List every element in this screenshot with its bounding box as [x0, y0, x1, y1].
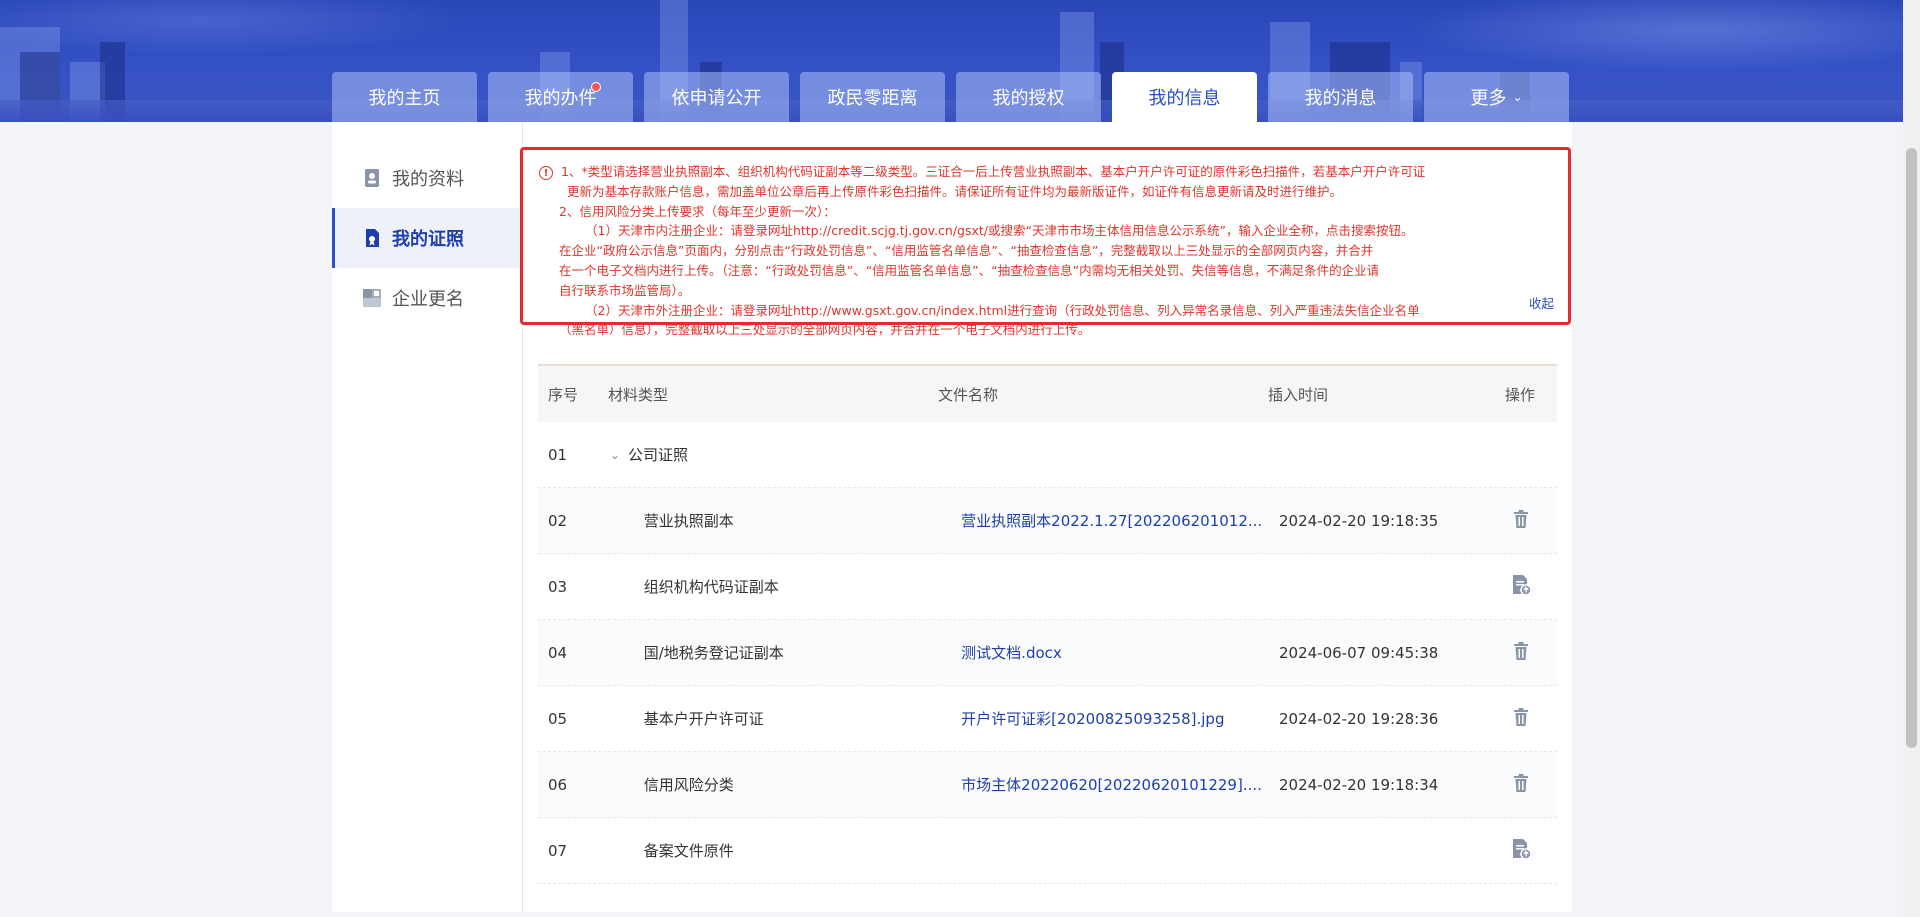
- cell-time: 2024-06-07 09:45:38: [1279, 643, 1439, 662]
- tab-more[interactable]: 更多 ⌄: [1424, 72, 1569, 122]
- sidebar-item-label: 企业更名: [392, 289, 464, 310]
- cell-op: [1486, 773, 1557, 797]
- table-row: 01 ⌄ 公司证照: [538, 422, 1557, 488]
- tab-label: 我的授权: [992, 88, 1065, 109]
- rename-icon: [363, 289, 381, 307]
- table-row: 04 国/地税务登记证副本 测试文档.docx 2024-06-07 09:45:38: [538, 620, 1557, 686]
- table-row: 06 信用风险分类 市场主体20220620[20220620101229]....…: [538, 752, 1557, 818]
- table-row: 05 基本户开户许可证 开户许可证彩[20200825093258].jpg 2024…: [538, 686, 1557, 752]
- tab-label: 我的信息: [1148, 88, 1221, 109]
- cell-op: [1486, 509, 1557, 533]
- tab-label: 更多: [1470, 88, 1507, 109]
- cell-time: 2024-02-20 19:18:35: [1279, 511, 1439, 530]
- cell-no: 05: [548, 709, 568, 728]
- cell-no: 07: [548, 841, 568, 860]
- cell-type: 基本户开户许可证: [643, 710, 764, 728]
- cell-time: 2024-02-20 19:18:34: [1279, 775, 1439, 794]
- main-nav-tabs: 我的主页 我的办件 依申请公开 政民零距离 我的授权 我的信息 我的消息 更多 ⌄: [332, 72, 1569, 122]
- upload-file-icon[interactable]: [1510, 574, 1533, 600]
- notice-text: （1）天津市内注册企业：请登录网址http://credit.scjg.tj.g…: [585, 223, 1414, 239]
- table-row: 03 组织机构代码证副本: [538, 554, 1557, 620]
- cell-file-link[interactable]: 营业执照副本2022.1.27[202206201012...: [961, 510, 1279, 531]
- sidebar-item-profile[interactable]: 我的资料: [332, 148, 522, 208]
- cell-type: 国/地税务登记证副本: [643, 644, 784, 662]
- header-type: 材料类型: [608, 385, 669, 404]
- cell-file-link[interactable]: 市场主体20220620[20220620101229]....: [961, 774, 1279, 795]
- upload-file-icon[interactable]: [1510, 838, 1533, 864]
- cell-op: [1486, 641, 1557, 665]
- chevron-down-icon: ⌄: [1512, 90, 1523, 104]
- tab-my-cases[interactable]: 我的办件: [488, 72, 633, 122]
- notice-text: 更新为基本存款账户信息，需加盖单位公章后再上传原件彩色扫描件。请保证所有证件均为…: [567, 183, 1343, 199]
- tab-label: 我的办件: [524, 88, 597, 109]
- cell-op: [1486, 574, 1557, 600]
- cell-type: 公司证照: [627, 446, 688, 464]
- cell-file-link[interactable]: 开户许可证彩[20200825093258].jpg: [961, 708, 1279, 729]
- table-body: 01 ⌄ 公司证照 02 营业执照副本 营业执照副本2022.1.27[202206201…: [538, 422, 1557, 884]
- table-row: 07 备案文件原件: [538, 818, 1557, 884]
- group-type-cell[interactable]: ⌄ 公司证照: [608, 444, 939, 465]
- certificate-icon: [366, 229, 379, 247]
- table-header: 序号 材料类型 文件名称 插入时间 操作: [538, 364, 1557, 422]
- tab-label: 我的主页: [368, 88, 441, 109]
- sidebar-item-label: 我的证照: [392, 229, 464, 250]
- notice-text: 在一个电子文档内进行上传。（注意：“行政处罚信息”、“信用监管名单信息”、“抽查…: [559, 262, 1380, 278]
- tab-citizen-gov[interactable]: 政民零距离: [800, 72, 945, 122]
- table-row: 02 营业执照副本 营业执照副本2022.1.27[202206201012... 2…: [538, 488, 1557, 554]
- collapse-link[interactable]: 收起: [1529, 294, 1554, 314]
- sidebar: 我的资料 我的证照 企业更名: [332, 148, 522, 328]
- cell-no: 01: [548, 445, 568, 464]
- cell-type: 备案文件原件: [643, 842, 734, 860]
- certificates-table: 序号 材料类型 文件名称 插入时间 操作 01 ⌄ 公司证照 02 营业执照副本 营业执照…: [538, 364, 1557, 884]
- tab-label: 我的消息: [1304, 88, 1377, 109]
- notice-text: 自行联系市场监管局）。: [559, 282, 691, 298]
- notice-text: 1、*类型请选择营业执照副本、组织机构代码证副本等二级类型。三证合一后上传营业执…: [561, 164, 1426, 179]
- cell-file-link[interactable]: 测试文档.docx: [961, 642, 1279, 663]
- sidebar-item-certificates[interactable]: 我的证照: [332, 208, 522, 268]
- cell-no: 03: [548, 577, 568, 596]
- sidebar-item-label: 我的资料: [392, 169, 464, 190]
- tab-label: 政民零距离: [827, 88, 918, 109]
- cell-type: 营业执照副本: [643, 512, 734, 530]
- scrollbar-thumb[interactable]: [1906, 148, 1917, 748]
- notification-dot: [591, 82, 601, 92]
- profile-icon: [365, 169, 379, 187]
- delete-icon[interactable]: [1511, 509, 1531, 533]
- tab-label: 依申请公开: [671, 88, 762, 109]
- header-time: 插入时间: [1268, 385, 1329, 404]
- header-file: 文件名称: [938, 385, 999, 404]
- delete-icon[interactable]: [1511, 773, 1531, 797]
- delete-icon[interactable]: [1511, 641, 1531, 665]
- cell-type: 信用风险分类: [643, 776, 734, 794]
- tab-my-authorization[interactable]: 我的授权: [956, 72, 1101, 122]
- cell-op: [1486, 838, 1557, 864]
- chevron-down-icon: ⌄: [609, 447, 620, 462]
- upload-notice: ! 1、*类型请选择营业执照副本、组织机构代码证副本等二级类型。三证合一后上传营业…: [520, 147, 1571, 337]
- cell-op: [1486, 707, 1557, 731]
- cell-type: 组织机构代码证副本: [643, 578, 779, 596]
- header-no: 序号: [548, 385, 579, 404]
- notice-text: （2）天津市外注册企业：请登录网址http://www.gsxt.gov.cn/…: [585, 302, 1420, 318]
- cell-time: 2024-02-20 19:28:36: [1279, 709, 1439, 728]
- cell-no: 06: [548, 775, 568, 794]
- sidebar-item-rename[interactable]: 企业更名: [332, 268, 522, 328]
- notice-text: 在企业“政府公示信息”页面内，分别点击“行政处罚信息”、“信用监管名单信息”、“…: [559, 243, 1374, 259]
- delete-icon[interactable]: [1511, 707, 1531, 731]
- cell-no: 04: [548, 643, 568, 662]
- tab-my-messages[interactable]: 我的消息: [1268, 72, 1413, 122]
- notice-text: （黑名单）信息），完整截取以上三处显示的全部网页内容，并合并在一个电子文档内进行…: [559, 322, 1091, 338]
- tab-home[interactable]: 我的主页: [332, 72, 477, 122]
- tab-disclosure-request[interactable]: 依申请公开: [644, 72, 789, 122]
- cell-no: 02: [548, 511, 568, 530]
- header-op: 操作: [1504, 385, 1535, 404]
- notice-text: 2、信用风险分类上传要求（每年至少更新一次）：: [559, 203, 836, 219]
- content-panel: 我的资料 我的证照 企业更名 ! 1、*类型请选择营业执照副本、组织机构代码证副本…: [332, 122, 1572, 912]
- tab-my-info[interactable]: 我的信息: [1112, 72, 1257, 122]
- warning-icon: !: [539, 165, 553, 180]
